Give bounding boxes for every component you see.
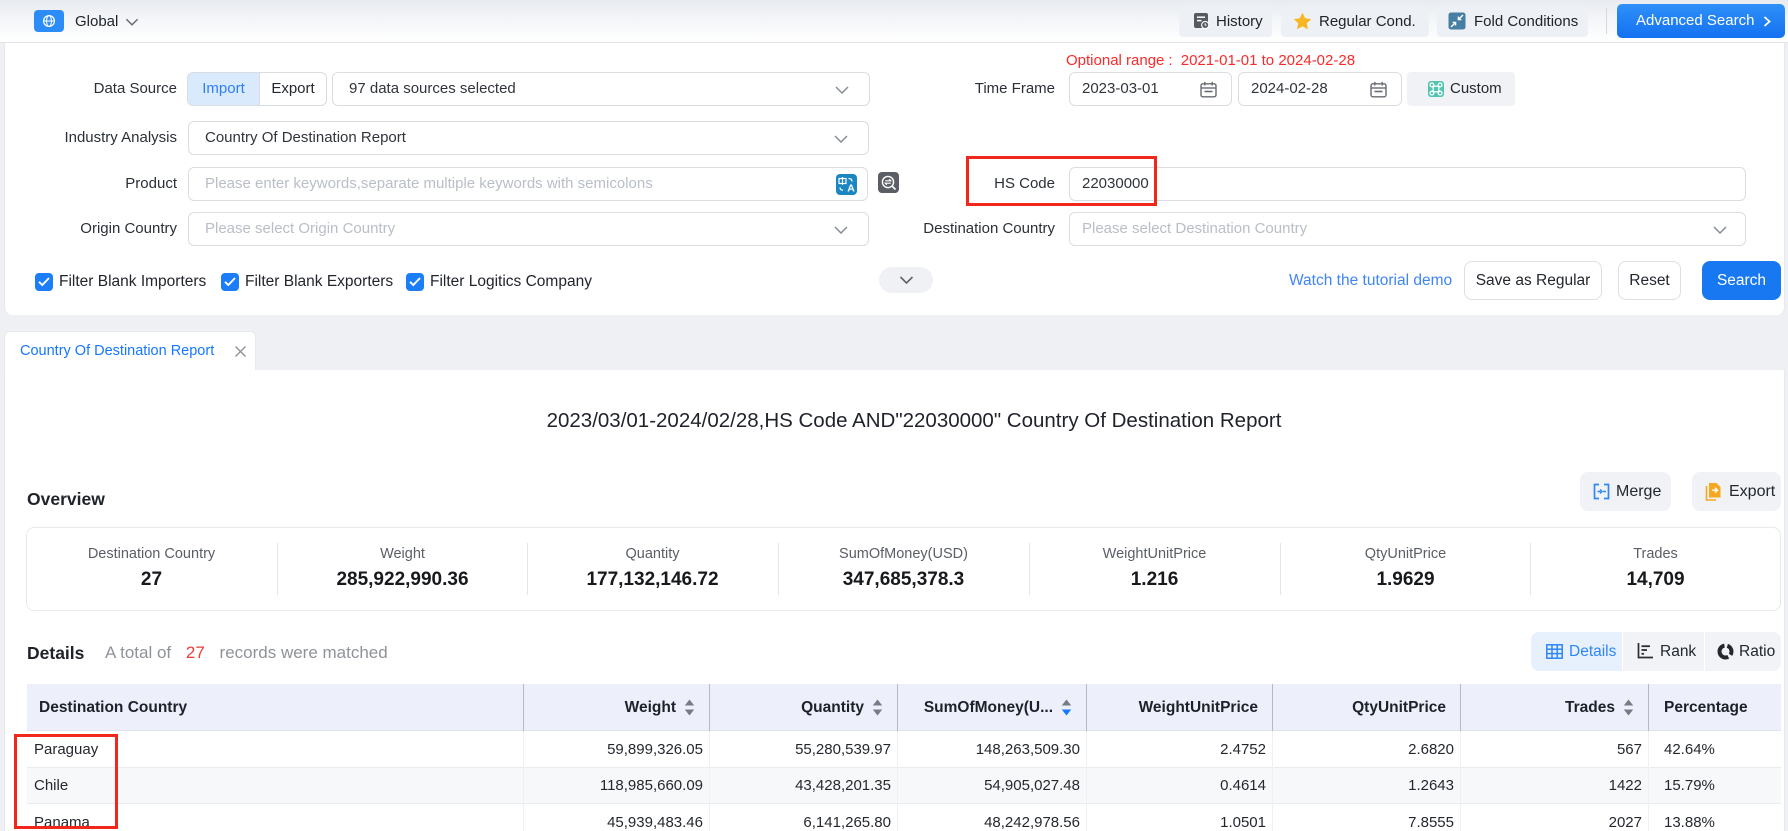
- svg-text:A: A: [847, 183, 855, 195]
